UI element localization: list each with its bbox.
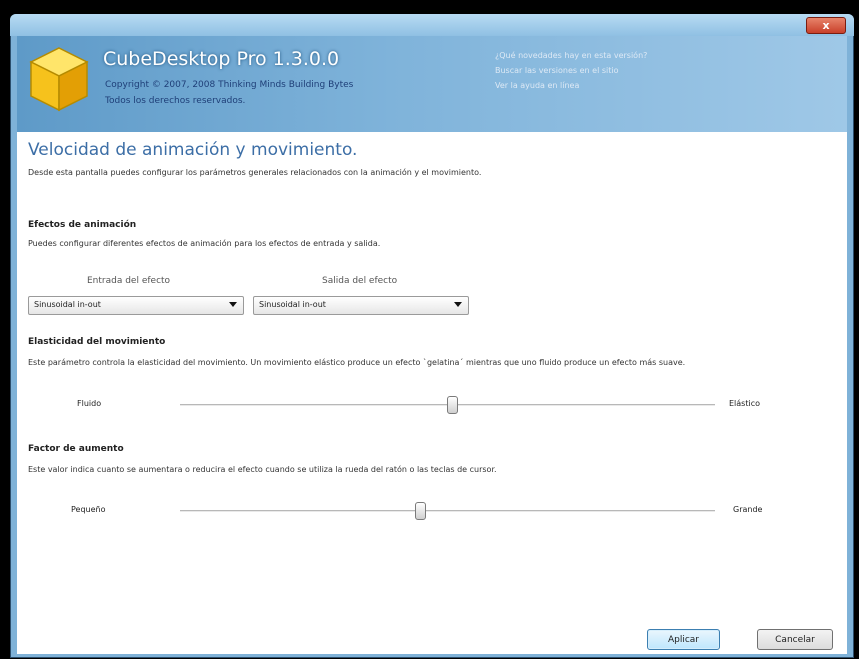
link-online-help[interactable]: Ver la ayuda en línea xyxy=(495,78,695,93)
zoom-heading: Factor de aumento xyxy=(28,444,124,454)
copyright-text: Copyright © 2007, 2008 Thinking Minds Bu… xyxy=(105,80,354,90)
zoom-min-label: Pequeño xyxy=(71,505,106,514)
elasticity-description: Este parámetro controla la elasticidad d… xyxy=(28,358,686,367)
elasticity-slider-thumb[interactable] xyxy=(447,396,459,414)
entry-effect-value: Sinusoidal in-out xyxy=(34,300,101,309)
exit-effect-label: Salida del efecto xyxy=(322,276,398,286)
link-check-updates[interactable]: Buscar las versiones en el sitio xyxy=(495,63,695,78)
animation-heading: Efectos de animación xyxy=(28,220,137,230)
exit-effect-dropdown[interactable]: Sinusoidal in-out xyxy=(253,296,469,315)
zoom-description: Este valor indica cuanto se aumentara o … xyxy=(28,465,497,474)
rights-text: Todos los derechos reservados. xyxy=(105,96,246,106)
entry-effect-label: Entrada del efecto xyxy=(87,276,171,286)
zoom-max-label: Grande xyxy=(733,505,763,514)
zoom-slider-thumb[interactable] xyxy=(415,502,427,520)
app-window: x CubeDesktop Pro 1.3.0.0 Copyright © 20… xyxy=(10,14,854,658)
title-bar[interactable]: x xyxy=(10,14,854,36)
settings-panel: Velocidad de animación y movimiento. Des… xyxy=(17,132,847,654)
apply-button[interactable]: Aplicar xyxy=(647,629,720,650)
header-links: ¿Qué novedades hay en esta versión? Busc… xyxy=(495,48,695,93)
page-description: Desde esta pantalla puedes configurar lo… xyxy=(28,168,482,177)
screen: x CubeDesktop Pro 1.3.0.0 Copyright © 20… xyxy=(0,0,859,659)
close-icon: x xyxy=(822,19,830,32)
entry-effect-dropdown[interactable]: Sinusoidal in-out xyxy=(28,296,244,315)
page-title: Velocidad de animación y movimiento. xyxy=(28,140,358,160)
exit-effect-value: Sinusoidal in-out xyxy=(259,300,326,309)
chevron-down-icon xyxy=(229,302,237,307)
elasticity-slider[interactable] xyxy=(180,396,715,414)
elasticity-heading: Elasticidad del movimiento xyxy=(28,337,166,347)
cube-logo-icon xyxy=(29,47,89,112)
link-whats-new[interactable]: ¿Qué novedades hay en esta versión? xyxy=(495,48,695,63)
close-button[interactable]: x xyxy=(806,17,846,34)
cancel-button[interactable]: Cancelar xyxy=(757,629,833,650)
chevron-down-icon xyxy=(454,302,462,307)
elasticity-min-label: Fluido xyxy=(77,399,102,408)
elasticity-max-label: Elástico xyxy=(729,399,760,408)
app-title: CubeDesktop Pro 1.3.0.0 xyxy=(103,48,340,70)
header-banner: CubeDesktop Pro 1.3.0.0 Copyright © 2007… xyxy=(17,36,847,132)
zoom-slider[interactable] xyxy=(180,502,715,520)
animation-description: Puedes configurar diferentes efectos de … xyxy=(28,239,381,248)
